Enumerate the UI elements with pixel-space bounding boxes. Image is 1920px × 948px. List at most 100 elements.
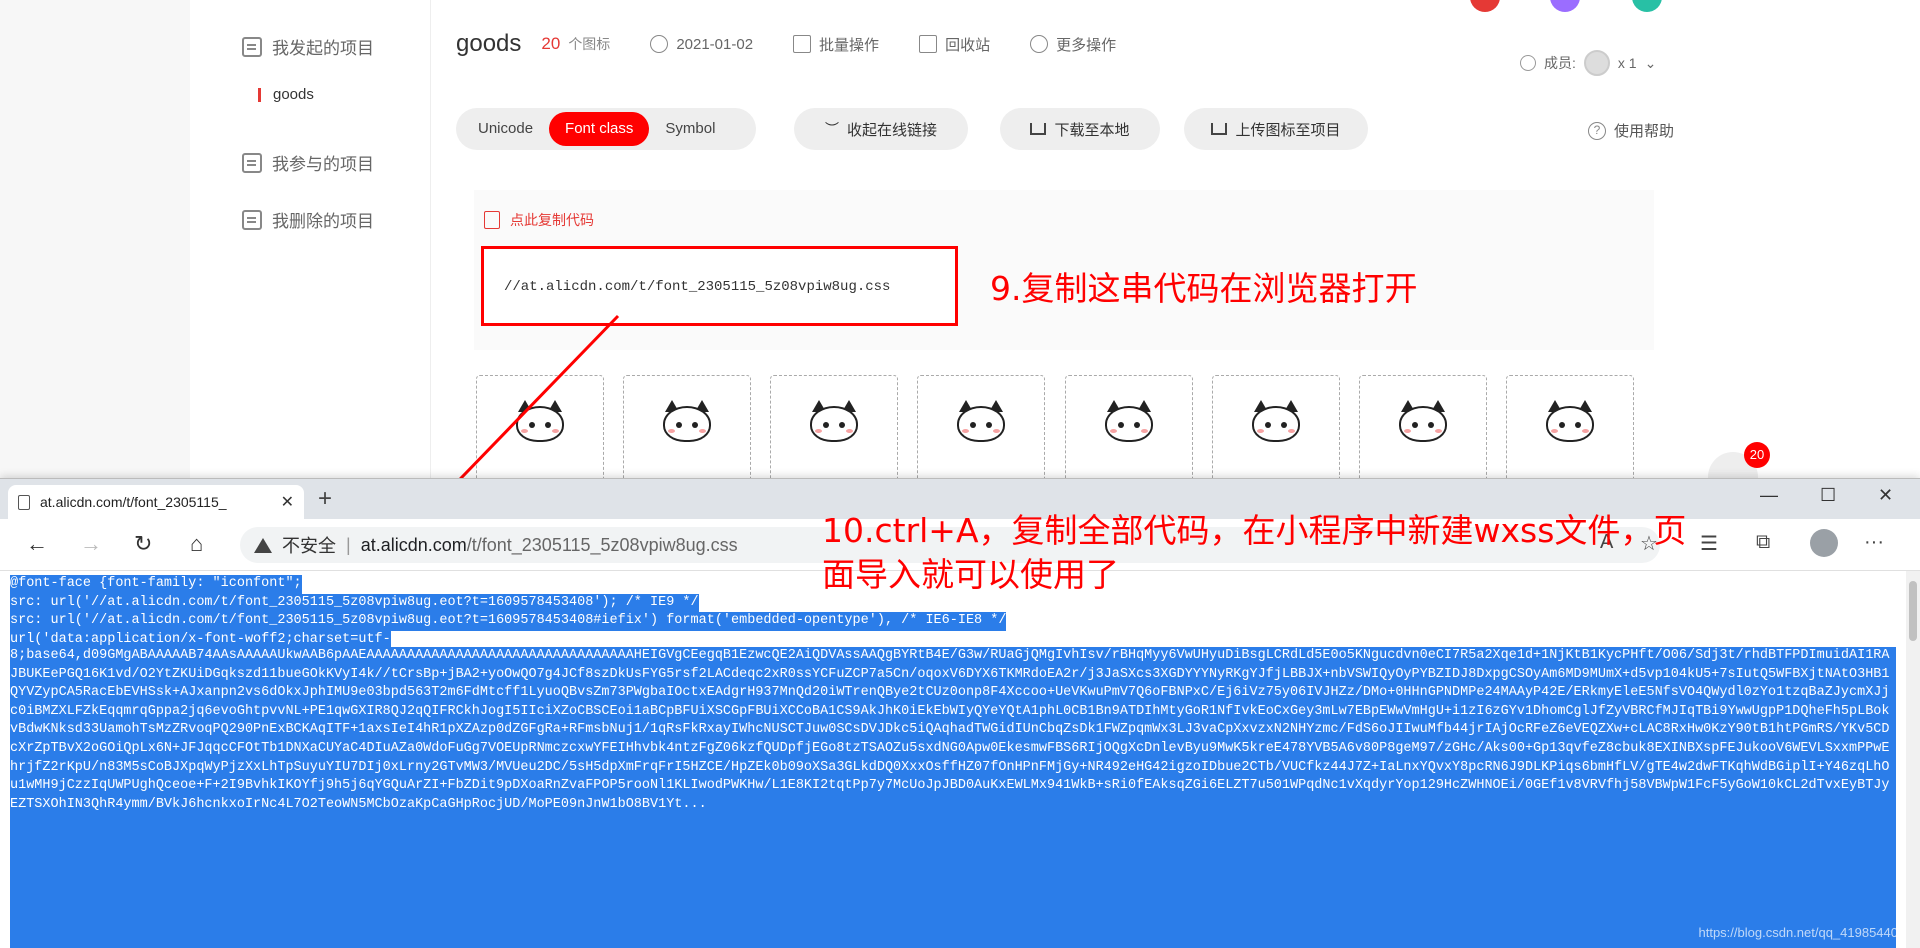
avatar [1583, 50, 1610, 76]
cat-face-icon [1101, 398, 1157, 442]
home-icon[interactable]: ⌂ [190, 531, 203, 557]
maximize-icon[interactable]: ☐ [1820, 485, 1836, 506]
copy-code-label: 点此复制代码 [510, 212, 594, 228]
icon-card[interactable] [476, 375, 604, 485]
annotation-step-9: 9.复制这串代码在浏览器打开 [990, 269, 1418, 308]
help-link[interactable]: ? 使用帮助 [1588, 120, 1674, 141]
sidebar-subitem-goods[interactable]: goods [258, 86, 314, 103]
more-actions-label: 更多操作 [1056, 36, 1117, 54]
browser-tab[interactable]: at.alicdn.com/t/font_2305115_ ✕ [8, 485, 304, 519]
top-dot-teal [1632, 0, 1662, 12]
icon-card[interactable] [1506, 375, 1634, 485]
cat-face-icon [806, 398, 862, 442]
cat-face-icon [953, 398, 1009, 442]
members-count: x 1 [1617, 55, 1637, 71]
help-label: 使用帮助 [1614, 123, 1675, 140]
download-button[interactable]: 下载至本地 [1000, 108, 1160, 150]
project-date-text: 2021-01-02 [676, 35, 754, 53]
upload-label: 上传图标至项目 [1235, 121, 1341, 139]
grid-icon [793, 35, 812, 53]
forward-icon[interactable]: → [80, 531, 102, 557]
annotation-step-10-line2: 面导入就可以使用了 [822, 555, 1119, 594]
code-line: @font-face {font-family: "iconfont"; [10, 575, 302, 594]
chevron-down-icon: ⌄ [1644, 54, 1657, 71]
members-info[interactable]: 成员: x 1 ⌄ [1520, 50, 1656, 76]
sidebar-item-joined-projects[interactable]: 我参与的项目 [242, 150, 374, 175]
sidebar-item-label: 我发起的项目 [272, 39, 374, 58]
recycle-bin-button[interactable]: 回收站 [919, 34, 990, 55]
warning-icon [254, 537, 272, 553]
scrollbar-thumb[interactable] [1909, 581, 1917, 641]
base64-data: 8;base64,d09GMgABAAAAAB74AAsAAAAAUkwAAB6… [10, 647, 1896, 948]
cat-face-icon [659, 398, 715, 442]
profile-avatar[interactable] [1810, 529, 1838, 557]
more-actions-button[interactable]: 更多操作 [1030, 34, 1116, 55]
download-label: 下载至本地 [1054, 121, 1130, 139]
icon-card[interactable] [770, 375, 898, 485]
icon-card[interactable] [917, 375, 1045, 485]
code-line: src: url('//at.alicdn.com/t/font_2305115… [10, 593, 699, 613]
tab-font-class[interactable]: Font class [549, 112, 650, 146]
refresh-icon[interactable]: ↻ [134, 531, 152, 557]
document-icon [18, 494, 30, 510]
project-header: goods 20 个图标 2021-01-02 批量操作 回收站 更多操作 [456, 30, 1116, 58]
new-tab-button[interactable]: + [318, 485, 332, 513]
eye-closed-icon: ︶ [824, 121, 839, 137]
project-icon [242, 209, 262, 230]
cat-face-icon [1395, 398, 1451, 442]
user-icon [1520, 55, 1536, 71]
vertical-scrollbar[interactable] [1906, 571, 1920, 948]
recycle-bin-label: 回收站 [945, 36, 991, 54]
close-tab-icon[interactable]: ✕ [281, 492, 294, 512]
more-icon [1030, 35, 1049, 53]
project-icon [242, 152, 262, 173]
url-path: /t/font_2305115_5z08vpiw8ug.css [466, 534, 738, 555]
tab-unicode[interactable]: Unicode [462, 112, 549, 146]
css-url-box[interactable]: //at.alicdn.com/t/font_2305115_5z08vpiw8… [481, 246, 958, 326]
cat-face-icon [512, 398, 568, 442]
sidebar-divider [430, 0, 431, 480]
members-label: 成员: [1544, 55, 1576, 71]
upload-button[interactable]: 上传图标至项目 [1184, 108, 1368, 150]
icon-card[interactable] [1212, 375, 1340, 485]
icon-count-label: 个图标 [568, 36, 611, 52]
css-source-page: @font-face {font-family: "iconfont"; src… [0, 571, 1920, 948]
icon-card[interactable] [1359, 375, 1487, 485]
url-text: at.alicdn.com/t/font_2305115_5z08vpiw8ug… [361, 535, 738, 556]
batch-operation-button[interactable]: 批量操作 [793, 34, 879, 55]
more-menu-icon[interactable]: ··· [1864, 531, 1884, 554]
icon-card[interactable] [623, 375, 751, 485]
insecure-label: 不安全 [282, 536, 336, 556]
batch-operation-label: 批量操作 [819, 36, 880, 54]
minimize-icon[interactable]: — [1760, 485, 1778, 506]
top-dot-purple [1550, 0, 1580, 12]
copy-code-link[interactable]: 点此复制代码 [484, 210, 594, 230]
collapse-link-label: 收起在线链接 [846, 121, 937, 139]
sidebar-item-my-projects[interactable]: 我发起的项目 [242, 34, 374, 59]
icon-card[interactable] [1065, 375, 1193, 485]
sidebar-subitem-label: goods [273, 86, 314, 103]
clock-icon [650, 35, 669, 53]
upload-icon [1211, 123, 1228, 135]
help-icon: ? [1588, 121, 1606, 140]
collapse-link-button[interactable]: ︶ 收起在线链接 [794, 108, 968, 150]
tab-symbol[interactable]: Symbol [649, 112, 731, 146]
download-icon [1030, 123, 1047, 135]
project-date: 2021-01-02 [650, 35, 753, 53]
separator: | [346, 534, 351, 555]
sidebar-item-label: 我删除的项目 [272, 212, 374, 231]
cat-face-icon [1248, 398, 1304, 442]
cat-face-icon [1542, 398, 1598, 442]
icon-count: 20 [541, 34, 561, 53]
back-icon[interactable]: ← [26, 531, 48, 557]
trash-icon [919, 35, 938, 53]
left-gutter [0, 0, 190, 480]
url-host: at.alicdn.com [360, 534, 467, 555]
favorites-icon[interactable]: ☰ [1700, 531, 1718, 556]
sidebar-item-deleted-projects[interactable]: 我删除的项目 [242, 207, 374, 232]
copy-icon [484, 211, 500, 229]
project-title: goods [456, 30, 522, 57]
close-window-icon[interactable]: ✕ [1878, 485, 1893, 506]
collections-icon[interactable]: ⧉ [1756, 531, 1770, 554]
browser-tab-title: at.alicdn.com/t/font_2305115_ [40, 494, 227, 510]
